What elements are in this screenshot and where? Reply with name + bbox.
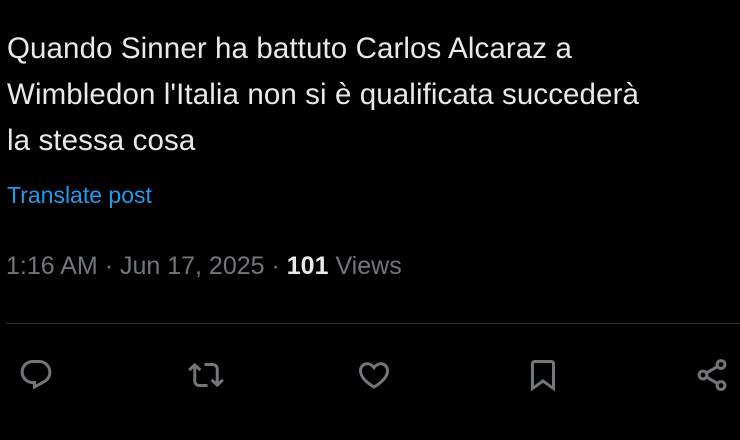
- bookmark-icon: [531, 360, 555, 392]
- post-meta: 1:16 AM · Jun 17, 2025 · 101 Views: [6, 252, 402, 281]
- post-time[interactable]: 1:16 AM: [6, 252, 98, 280]
- share-icon: [697, 359, 727, 391]
- post-text-line: Wimbledon l'Italia non si è qualificata …: [7, 78, 640, 111]
- meta-separator: ·: [271, 252, 280, 280]
- translate-post-link[interactable]: Translate post: [7, 182, 152, 209]
- post-text-line: Quando Sinner ha battuto Carlos Alcaraz …: [7, 32, 572, 65]
- reply-button[interactable]: [16, 355, 56, 395]
- share-button[interactable]: [692, 355, 732, 395]
- heart-icon: [358, 362, 390, 389]
- bookmark-button[interactable]: [523, 355, 563, 395]
- meta-separator: ·: [104, 252, 114, 280]
- views-count: 101: [286, 252, 329, 280]
- views-label: Views: [335, 252, 402, 280]
- post-text: Quando Sinner ha battuto Carlos Alcaraz …: [7, 26, 732, 164]
- reply-icon: [20, 360, 52, 390]
- repost-icon: [188, 362, 224, 388]
- divider: [6, 323, 740, 324]
- like-button[interactable]: [354, 355, 394, 395]
- post-date[interactable]: Jun 17, 2025: [120, 252, 265, 280]
- repost-button[interactable]: [186, 355, 226, 395]
- post-text-line: la stessa cosa: [7, 124, 196, 157]
